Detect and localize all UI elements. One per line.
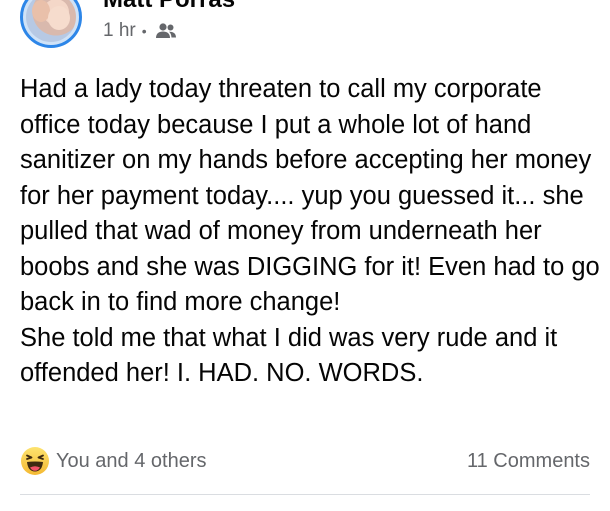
post-header: Matt Porras 1 hr • <box>0 0 610 60</box>
footer-divider <box>20 494 590 495</box>
friends-icon[interactable] <box>155 22 177 40</box>
reactions-summary[interactable]: You and 4 others <box>20 446 207 476</box>
meta-separator: • <box>141 23 147 39</box>
post-paragraph: Had a lady today threaten to call my cor… <box>20 75 600 316</box>
post-paragraph: She told me that what I did was very rud… <box>20 323 558 388</box>
post-timestamp[interactable]: 1 hr <box>103 20 136 42</box>
author-name[interactable]: Matt Porras <box>103 0 235 14</box>
post-card: Matt Porras 1 hr • Had a lady today thre… <box>0 0 610 511</box>
post-meta: 1 hr • <box>103 20 177 42</box>
post-body: Had a lady today threaten to call my cor… <box>20 72 600 392</box>
haha-icon <box>21 447 49 475</box>
avatar[interactable] <box>20 0 82 48</box>
comments-count-link[interactable]: 11 Comments <box>467 450 590 473</box>
post-footer: You and 4 others 11 Comments <box>20 444 590 478</box>
reactions-text: You and 4 others <box>56 449 207 472</box>
avatar-photo <box>26 0 76 42</box>
